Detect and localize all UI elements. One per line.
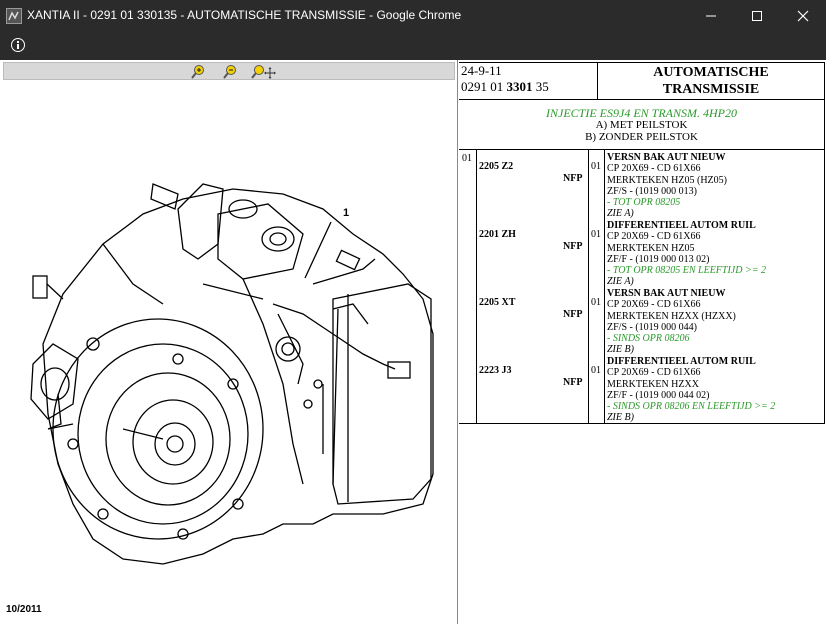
parts-document: 24-9-11 0291 01 3301 35 AUTOMATISCHE TRA…	[459, 60, 826, 624]
part-name: DIFFERENTIEEL AUTOM RUIL	[607, 356, 756, 367]
part-reference[interactable]: 2205 Z2	[479, 161, 513, 172]
part-reference[interactable]: 2205 XT	[479, 297, 515, 308]
part-description: DIFFERENTIEEL AUTOM RUIL CP 20X69 - CD 6…	[607, 356, 775, 424]
code-suffix: 35	[532, 79, 549, 94]
part-dims: CP 20X69 - CD 61X66	[607, 163, 701, 175]
part-mark: MERKTEKEN HZXX	[607, 378, 699, 390]
part-description: DIFFERENTIEEL AUTOM RUIL CP 20X69 - CD 6…	[607, 220, 766, 288]
part-mark: MERKTEKEN HZ05 (HZ05)	[607, 174, 727, 186]
maximize-icon	[752, 10, 762, 21]
code-bold: 3301	[506, 79, 533, 94]
part-nfp: NFP	[563, 309, 583, 320]
window-title: XANTIA II - 0291 01 330135 - AUTOMATISCH…	[27, 8, 462, 22]
part-description: VERSN BAK AUT NIEUW CP 20X69 - CD 61X66 …	[607, 288, 736, 356]
transmission-drawing: 1	[30, 183, 434, 565]
part-nfp: NFP	[563, 173, 583, 184]
minimize-icon	[706, 15, 716, 16]
header-code: 0291 01 3301 35	[461, 79, 597, 95]
part-zf: ZF/F - (1019 000 044 02)	[607, 389, 710, 401]
header-date: 24-9-11	[461, 63, 502, 78]
part-zf: ZF/S - (1019 000 044)	[607, 321, 697, 333]
callout-label: 1	[343, 207, 349, 219]
part-name: DIFFERENTIEEL AUTOM RUIL	[607, 220, 756, 231]
header-title: AUTOMATISCHE TRANSMISSIE	[598, 63, 824, 100]
header-info: 24-9-11 0291 01 3301 35	[459, 63, 598, 99]
part-see: ZIE B)	[607, 344, 634, 356]
part-row: 2205 Z2 NFP 01 VERSN BAK AUT NIEUW CP 20…	[459, 152, 825, 220]
drawing-date: 10/2011	[6, 604, 42, 615]
part-reference[interactable]: 2201 ZH	[479, 229, 516, 240]
part-condition: - TOT OPR 08205	[607, 197, 681, 209]
part-condition: - SINDS OPR 08206	[607, 333, 690, 345]
maximize-button[interactable]	[734, 0, 780, 31]
zoom-toolbar	[3, 62, 455, 80]
code-prefix: 0291 01	[461, 79, 507, 94]
part-mark: MERKTEKEN HZ05	[607, 242, 695, 254]
info-icon[interactable]	[11, 38, 25, 52]
part-quantity: 01	[591, 365, 601, 376]
zoom-in-icon[interactable]	[190, 64, 206, 80]
part-quantity: 01	[591, 229, 601, 240]
part-zf: ZF/F - (1019 000 013 02)	[607, 253, 710, 265]
part-see: ZIE A)	[607, 276, 634, 288]
document-header: 24-9-11 0291 01 3301 35 AUTOMATISCHE TRA…	[459, 62, 825, 100]
description-a: A) MET PEILSTOK	[595, 119, 688, 131]
part-zf: ZF/S - (1019 000 013)	[607, 185, 697, 197]
part-quantity: 01	[591, 297, 601, 308]
description-block: INJECTIE ES9J4 EN TRANSM. 4HP20 A) MET P…	[459, 100, 825, 150]
part-see: ZIE B)	[607, 412, 634, 424]
part-condition: - SINDS OPR 08206 EN LEEFTIJD >= 2	[607, 401, 776, 413]
part-dims: CP 20X69 - CD 61X66	[607, 231, 701, 243]
zoom-out-icon[interactable]	[222, 64, 238, 80]
part-nfp: NFP	[563, 377, 583, 388]
part-row: 2205 XT NFP 01 VERSN BAK AUT NIEUW CP 20…	[459, 288, 825, 356]
part-dims: CP 20X69 - CD 61X66	[607, 367, 701, 379]
drawing-panel: 1 10/2011	[0, 60, 458, 624]
part-reference[interactable]: 2223 J3	[479, 365, 512, 376]
page-content: 1 10/2011 24-9-11 0291 01 3301 35 AUTOMA…	[0, 60, 826, 624]
part-quantity: 01	[591, 161, 601, 172]
part-row: 2223 J3 NFP 01 DIFFERENTIEEL AUTOM RUIL …	[459, 356, 825, 424]
site-info-bar	[0, 31, 826, 60]
part-row: 2201 ZH NFP 01 DIFFERENTIEEL AUTOM RUIL …	[459, 220, 825, 288]
part-nfp: NFP	[563, 241, 583, 252]
title-line-1: AUTOMATISCHE	[653, 65, 769, 80]
title-bar: XANTIA II - 0291 01 330135 - AUTOMATISCH…	[0, 0, 826, 31]
app-icon	[6, 8, 22, 24]
part-description: VERSN BAK AUT NIEUW CP 20X69 - CD 61X66 …	[607, 152, 727, 220]
part-condition: - TOT OPR 08205 EN LEEFTIJD >= 2	[607, 265, 766, 277]
part-see: ZIE A)	[607, 208, 634, 220]
close-button[interactable]	[780, 0, 826, 31]
title-line-2: TRANSMISSIE	[662, 82, 760, 97]
part-name: VERSN BAK AUT NIEUW	[607, 152, 726, 163]
part-dims: CP 20X69 - CD 61X66	[607, 299, 701, 311]
zoom-pan-icon[interactable]	[250, 64, 276, 80]
parts-table: 01 2205 Z2 NFP 01 VERSN BAK AUT NIEUW CP…	[459, 150, 825, 424]
description-b: B) ZONDER PEILSTOK	[585, 131, 698, 143]
description-green: INJECTIE ES9J4 EN TRANSM. 4HP20	[546, 106, 737, 120]
close-icon	[797, 10, 809, 21]
minimize-button[interactable]	[688, 0, 734, 31]
part-name: VERSN BAK AUT NIEUW	[607, 288, 726, 299]
part-mark: MERKTEKEN HZXX (HZXX)	[607, 310, 736, 322]
